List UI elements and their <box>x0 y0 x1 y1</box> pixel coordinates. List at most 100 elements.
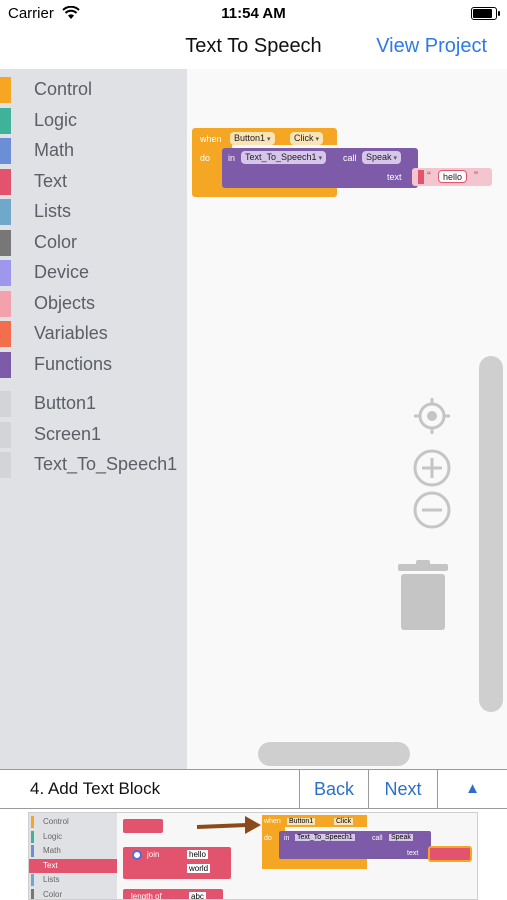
preview-category-swatch <box>31 859 34 872</box>
chevron-down-icon: ▾ <box>393 155 398 162</box>
toolbox-component-screen1[interactable]: Screen1 <box>0 420 187 450</box>
trash-icon[interactable] <box>396 560 450 632</box>
tts-component-dropdown[interactable]: Text_To_Speech1 ▾ <box>241 151 327 164</box>
status-bar: Carrier 11:54 AM <box>0 0 507 28</box>
preview-in-label: in <box>284 835 290 842</box>
preview-category-swatch <box>31 874 34 886</box>
component-swatch <box>0 421 11 448</box>
category-label: Text <box>34 170 68 191</box>
component-label: Screen1 <box>34 423 102 444</box>
component-swatch <box>0 391 11 417</box>
category-label: Device <box>34 262 90 282</box>
preview-category-swatch <box>31 830 34 843</box>
chevron-down-icon: ▾ <box>267 136 271 143</box>
toolbox-category-text[interactable]: Text <box>0 167 187 197</box>
category-color-swatch <box>0 77 11 103</box>
method-name: Speak <box>366 152 392 162</box>
toolbox-category-device[interactable]: Device <box>0 258 187 288</box>
preview-method: Speak <box>389 834 413 841</box>
toolbox-sidebar: Control Logic Math Text Lists Color Device Obje… <box>0 69 187 769</box>
preview-category-label: Logic <box>43 831 63 841</box>
string-value: hello <box>443 172 463 182</box>
tutorial-preview-image: Control Logic Math Text Lists Color join hell… <box>28 812 478 900</box>
preview-length-label: length of <box>131 892 162 900</box>
category-label: Color <box>34 231 78 252</box>
preview-blocks <box>123 815 472 899</box>
recenter-icon[interactable] <box>412 396 452 436</box>
category-label: Variables <box>34 323 108 343</box>
component-swatch <box>0 452 11 478</box>
battery-icon <box>471 7 500 20</box>
category-color-swatch <box>0 351 11 378</box>
preview-category-label: Color <box>43 889 63 899</box>
tts-component-name: Text_To_Speech1 <box>245 152 317 162</box>
preview-category: Math <box>29 844 117 858</box>
toolbox-category-functions[interactable]: Functions <box>0 350 187 380</box>
event-dropdown[interactable]: Click ▾ <box>290 132 324 145</box>
category-color-swatch <box>0 229 11 256</box>
preview-join-value-2: world <box>187 864 211 873</box>
tutorial-bar: 4. Add Text Block Back Next ▲ <box>0 769 507 809</box>
category-label: Lists <box>34 201 72 221</box>
zoom-out-icon[interactable] <box>412 490 452 530</box>
toolbox-category-logic[interactable]: Logic <box>0 106 187 136</box>
text-param-label: text <box>387 172 402 182</box>
next-button[interactable]: Next <box>368 770 437 809</box>
toolbox-category-lists[interactable]: Lists <box>0 197 187 227</box>
component-name: Button1 <box>234 133 266 143</box>
preview-join-label: join <box>147 850 160 859</box>
back-button[interactable]: Back <box>299 770 368 809</box>
vertical-scrollbar[interactable] <box>479 356 503 712</box>
category-label: Math <box>34 140 75 160</box>
toolbox-category-variables[interactable]: Variables <box>0 319 187 349</box>
chevron-down-icon: ▾ <box>318 155 323 162</box>
preview-tts-component: Text_To_Speech1 <box>295 834 355 841</box>
component-dropdown[interactable]: Button1 ▾ <box>230 132 275 145</box>
category-label: Objects <box>34 292 96 313</box>
preview-do-label: do <box>264 835 272 842</box>
category-color-swatch <box>0 107 11 134</box>
preview-category: Logic <box>29 830 117 844</box>
toolbox-category-control[interactable]: Control <box>0 75 187 105</box>
preview-event: Click <box>334 818 354 825</box>
preview-category: Control <box>29 815 117 829</box>
preview-length-value: abc <box>189 892 206 900</box>
view-project-button[interactable]: View Project <box>376 35 487 58</box>
method-dropdown[interactable]: Speak ▾ <box>362 151 402 164</box>
category-label: Functions <box>34 353 113 374</box>
event-name: Click <box>294 133 314 143</box>
preview-toolbox: Control Logic Math Text Lists Color <box>29 813 117 899</box>
toolbox-component-button1[interactable]: Button1 <box>0 389 187 419</box>
preview-category-label: Text <box>43 860 58 870</box>
preview-category: Text <box>29 858 117 873</box>
preview-text-param: text <box>407 850 419 857</box>
string-value-field[interactable]: hello <box>438 170 468 183</box>
category-label: Control <box>34 79 93 99</box>
component-label: Button1 <box>34 393 97 413</box>
preview-category: Color <box>29 888 117 899</box>
preview-category: Lists <box>29 873 117 887</box>
toolbox-category-color[interactable]: Color <box>0 228 187 258</box>
preview-when-label: when <box>264 818 281 825</box>
toolbox-category-math[interactable]: Math <box>0 136 187 166</box>
battery-level <box>473 9 492 18</box>
do-label: do <box>200 153 211 163</box>
preview-category-label: Lists <box>43 875 60 884</box>
preview-category-swatch <box>31 888 34 899</box>
preview-join-value-1: hello <box>187 850 208 859</box>
toggle-tutorial-icon[interactable]: ▲ <box>437 770 507 809</box>
call-label: call <box>343 153 357 163</box>
category-color-swatch <box>0 168 11 195</box>
preview-category-swatch <box>31 816 34 828</box>
preview-category-label: Control <box>43 817 69 826</box>
string-close-quote: ” <box>474 169 478 183</box>
toolbox-category-objects[interactable]: Objects <box>0 289 187 319</box>
toolbox-component-text_to_speech1[interactable]: Text_To_Speech1 <box>0 450 187 480</box>
tutorial-step-title: 4. Add Text Block <box>30 779 161 798</box>
zoom-in-icon[interactable] <box>412 448 452 488</box>
horizontal-scrollbar[interactable] <box>258 742 410 766</box>
component-label: Text_To_Speech1 <box>34 454 178 474</box>
preview-call-label: call <box>372 835 383 842</box>
category-color-swatch <box>0 321 11 347</box>
status-time: 11:54 AM <box>221 5 286 22</box>
